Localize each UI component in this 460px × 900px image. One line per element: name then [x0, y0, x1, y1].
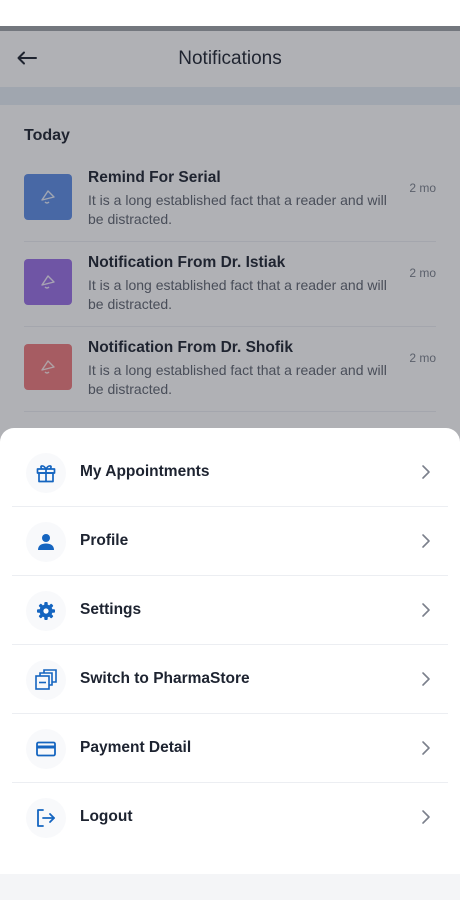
status-bar: [0, 0, 460, 26]
menu-bottom-sheet: My Appointments Profile Settings Switch …: [0, 428, 460, 874]
menu-item-switch-pharmastore[interactable]: Switch to PharmaStore: [12, 645, 448, 714]
menu-item-label: Switch to PharmaStore: [80, 670, 250, 687]
menu-item-payment-detail[interactable]: Payment Detail: [12, 714, 448, 783]
menu-item-logout[interactable]: Logout: [12, 783, 448, 852]
menu-item-profile[interactable]: Profile: [12, 507, 448, 576]
stack-icon: [26, 660, 66, 700]
menu-item-label: Settings: [80, 601, 142, 618]
notifications-screen: Notifications Today Remind For Serial It…: [0, 26, 460, 900]
card-icon: [26, 729, 66, 769]
chevron-right-icon: [422, 465, 430, 479]
person-icon: [26, 522, 66, 562]
menu-item-my-appointments[interactable]: My Appointments: [12, 438, 448, 507]
menu-item-settings[interactable]: Settings: [12, 576, 448, 645]
menu-item-label: Payment Detail: [80, 739, 192, 756]
menu-item-label: My Appointments: [80, 463, 210, 480]
chevron-right-icon: [422, 810, 430, 824]
menu-item-label: Profile: [80, 532, 129, 549]
chevron-right-icon: [422, 741, 430, 755]
logout-icon: [26, 798, 66, 838]
chevron-right-icon: [422, 603, 430, 617]
gear-icon: [26, 591, 66, 631]
chevron-right-icon: [422, 534, 430, 548]
gift-icon: [26, 453, 66, 493]
navigation-strip: [0, 874, 460, 900]
menu-item-label: Logout: [80, 808, 133, 825]
chevron-right-icon: [422, 672, 430, 686]
